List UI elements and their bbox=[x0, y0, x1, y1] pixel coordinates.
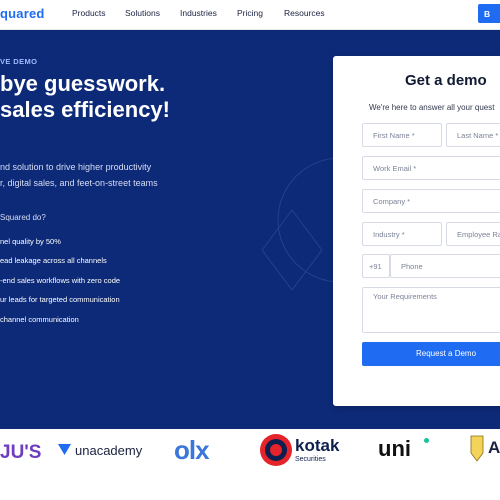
subtext-line-2: r, digital sales, and feet-on-street tea… bbox=[0, 178, 158, 188]
brand-logo[interactable]: quared bbox=[0, 6, 45, 21]
kotak-logo: kotak bbox=[295, 436, 340, 455]
uni-dot-icon bbox=[424, 438, 429, 443]
industry-select[interactable]: Industry * bbox=[362, 222, 442, 246]
benefit-item: channel communication bbox=[0, 314, 79, 324]
client-logos-strip: JU'S unacademy olx kotak Securities uni … bbox=[0, 429, 500, 500]
nav-products[interactable]: Products bbox=[72, 8, 106, 18]
top-navigation: quared Products Solutions Industries Pri… bbox=[0, 0, 500, 30]
olx-logo: olx bbox=[174, 435, 210, 465]
phone-input[interactable]: Phone bbox=[390, 254, 500, 278]
nav-pricing[interactable]: Pricing bbox=[237, 8, 263, 18]
byjus-logo: JU'S bbox=[0, 442, 42, 463]
unacademy-logo: unacademy bbox=[75, 443, 143, 458]
uni-logo: uni bbox=[378, 436, 411, 461]
book-demo-button[interactable]: B bbox=[478, 4, 500, 23]
benefit-item: ead leakage across all channels bbox=[0, 256, 107, 266]
company-input[interactable]: Company * bbox=[362, 189, 500, 213]
kotak-emblem-icon bbox=[260, 434, 292, 466]
employee-range-select[interactable]: Employee Ra bbox=[446, 222, 500, 246]
headline-line-1: bye guesswork. bbox=[0, 71, 166, 96]
nav-solutions[interactable]: Solutions bbox=[125, 8, 160, 18]
benefits-list: nel quality by 50% ead leakage across al… bbox=[0, 237, 120, 334]
nav-industries[interactable]: Industries bbox=[180, 8, 217, 18]
form-title: Get a demo bbox=[405, 72, 487, 89]
benefit-item: nel quality by 50% bbox=[0, 237, 61, 246]
nav-resources[interactable]: Resources bbox=[284, 8, 325, 18]
subtext-line-1: nd solution to drive higher productivity bbox=[0, 162, 152, 172]
unacademy-mark-icon bbox=[58, 444, 71, 455]
hero-headline: bye guesswork. sales efficiency! bbox=[0, 71, 170, 123]
form-subtitle: We're here to answer all your quest bbox=[369, 103, 495, 112]
requirements-textarea[interactable]: Your Requirements bbox=[362, 287, 500, 333]
first-name-input[interactable]: First Name * bbox=[362, 123, 442, 147]
benefits-question: Squared do? bbox=[0, 213, 46, 222]
phone-country-code[interactable]: +91 bbox=[362, 254, 390, 278]
landing-page: quared Products Solutions Industries Pri… bbox=[0, 0, 500, 500]
kotak-securities-label: Securities bbox=[295, 456, 326, 463]
work-email-input[interactable]: Work Email * bbox=[362, 156, 500, 180]
demo-form-card: Get a demo We're here to answer all your… bbox=[333, 56, 500, 406]
benefit-item: -end sales workflows with zero code bbox=[0, 275, 121, 285]
last-name-input[interactable]: Last Name * bbox=[446, 123, 500, 147]
headline-line-2: sales efficiency! bbox=[0, 97, 170, 122]
university-crest-icon bbox=[470, 435, 484, 462]
hero-eyebrow: VE DEMO bbox=[0, 57, 38, 66]
benefit-item: ur leads for targeted communication bbox=[0, 295, 120, 305]
hero-subtext: nd solution to drive higher productivity… bbox=[0, 159, 158, 191]
partial-client-logo: A bbox=[488, 438, 500, 457]
request-demo-button[interactable]: Request a Demo bbox=[362, 342, 500, 366]
